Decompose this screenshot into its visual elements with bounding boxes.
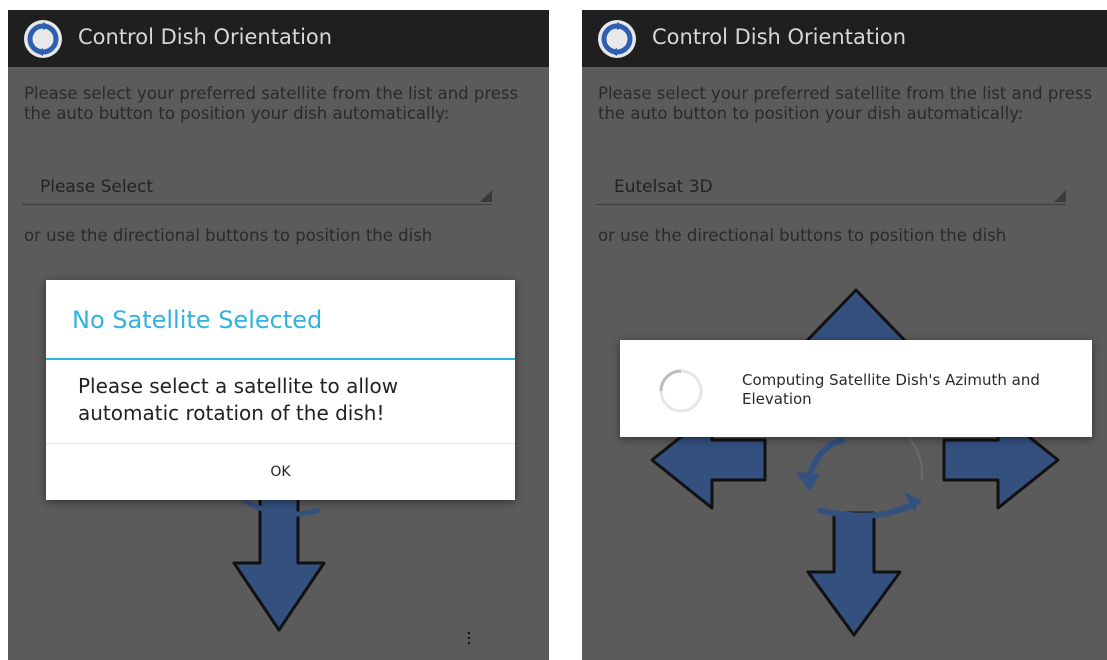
progress-dialog: Computing Satellite Dish's Azimuth and E…	[620, 340, 1092, 437]
right-screen: Control Dish Orientation Please select y…	[582, 10, 1107, 660]
ok-button[interactable]: OK	[46, 444, 515, 500]
loading-spinner-icon	[659, 369, 703, 413]
dialog-title-divider	[46, 358, 515, 360]
no-satellite-dialog: No Satellite Selected Please select a sa…	[46, 280, 515, 500]
left-screen: Control Dish Orientation Please select y…	[8, 10, 549, 660]
dialog-message: Please select a satellite to allow autom…	[78, 374, 399, 425]
overflow-menu-icon[interactable]	[467, 632, 471, 647]
dialog-title: No Satellite Selected	[72, 306, 323, 334]
direction-pad	[650, 288, 1060, 637]
auto-rotate-icon[interactable]	[796, 429, 924, 519]
progress-message: Computing Satellite Dish's Azimuth and E…	[742, 371, 1040, 408]
arrow-down-button[interactable]	[806, 511, 902, 637]
